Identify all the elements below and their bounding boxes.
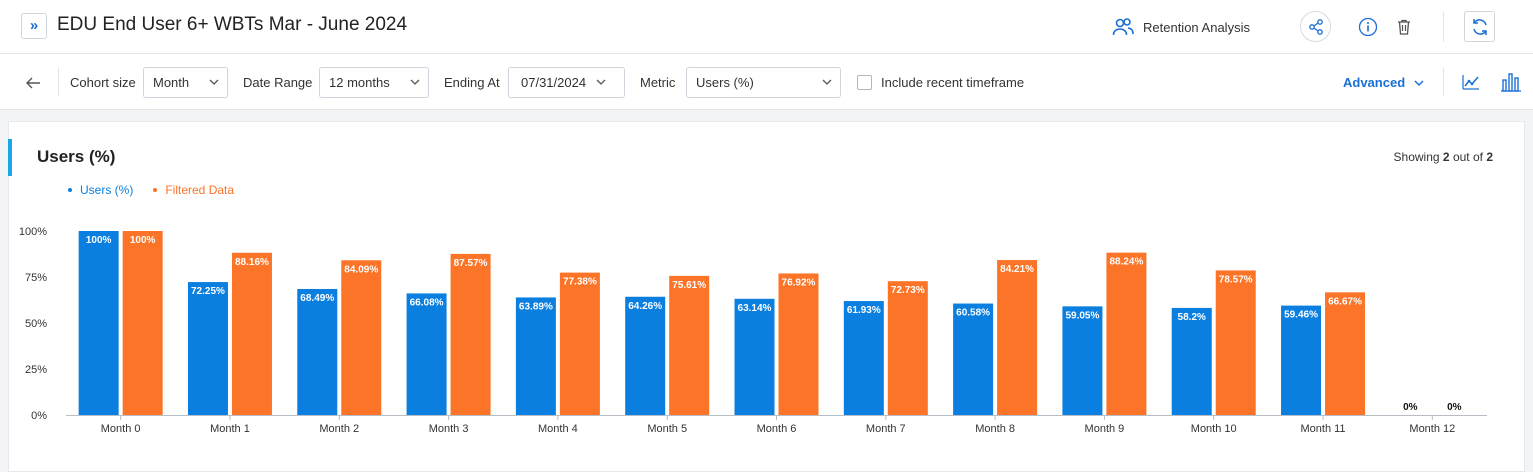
bar-filtered <box>887 281 928 415</box>
bar-value-label: 63.14% <box>738 303 772 314</box>
y-tick-label: 25% <box>25 364 47 376</box>
bar-value-label: 60.58% <box>956 308 990 319</box>
bar-users <box>187 282 228 415</box>
bar-filtered <box>559 272 600 415</box>
bar-filtered <box>1215 270 1256 415</box>
bar-value-label: 72.25% <box>191 286 225 297</box>
bar-filtered <box>997 260 1038 415</box>
bar-value-label: 64.26% <box>628 301 662 312</box>
x-tick-label: Month 8 <box>975 423 1015 435</box>
bar-users <box>1171 307 1212 415</box>
bar-value-label: 100% <box>86 235 112 246</box>
bar-value-label: 87.57% <box>454 258 488 269</box>
y-tick-label: 100% <box>19 226 47 238</box>
bar-users <box>78 231 119 415</box>
bar-value-label: 63.89% <box>519 301 553 312</box>
x-tick-label: Month 3 <box>429 423 469 435</box>
bar-users <box>734 298 775 415</box>
x-tick-label: Month 7 <box>866 423 906 435</box>
bar-value-label: 72.73% <box>891 285 925 296</box>
bar-filtered <box>1325 292 1366 415</box>
x-tick-label: Month 12 <box>1409 423 1455 435</box>
y-tick-label: 75% <box>25 272 47 284</box>
bar-users <box>1281 305 1322 415</box>
x-tick-label: Month 1 <box>210 423 250 435</box>
bar-value-label: 68.49% <box>300 293 334 304</box>
bar-value-label: 84.21% <box>1000 264 1034 275</box>
bar-users <box>953 303 994 415</box>
x-tick-label: Month 10 <box>1191 423 1237 435</box>
bar-value-label: 0% <box>1403 402 1418 413</box>
x-tick-label: Month 6 <box>757 423 797 435</box>
x-tick-label: Month 2 <box>319 423 359 435</box>
bar-value-label: 66.08% <box>410 297 444 308</box>
bar-value-label: 58.2% <box>1178 312 1206 323</box>
bar-value-label: 59.05% <box>1065 310 1099 321</box>
x-tick-label: Month 9 <box>1085 423 1125 435</box>
bar-users <box>515 297 556 415</box>
y-tick-label: 50% <box>25 318 47 330</box>
bar-filtered <box>669 275 710 415</box>
bar-filtered <box>122 231 163 415</box>
x-tick-label: Month 0 <box>101 423 141 435</box>
bar-users <box>625 296 666 415</box>
bar-value-label: 78.57% <box>1219 274 1253 285</box>
bar-users <box>843 301 884 415</box>
x-tick-label: Month 11 <box>1301 423 1346 435</box>
bar-value-label: 61.93% <box>847 305 881 316</box>
bar-filtered <box>231 252 272 415</box>
bar-chart: 0% 25% 50% 75% 100% Month 0 100% 100% Month 1 72.… <box>19 226 1487 435</box>
bar-users <box>297 288 338 415</box>
x-tick-label: Month 5 <box>647 423 687 435</box>
bar-value-label: 66.67% <box>1328 296 1362 307</box>
bar-value-label: 59.46% <box>1284 310 1318 321</box>
bar-value-label: 77.38% <box>563 277 597 288</box>
x-tick-label: Month 4 <box>538 423 578 435</box>
bar-filtered <box>1106 252 1147 415</box>
bar-value-label: 76.92% <box>782 277 816 288</box>
bar-value-label: 75.61% <box>672 280 706 291</box>
bar-filtered <box>778 273 819 415</box>
bar-filtered <box>450 253 491 415</box>
bar-users <box>1062 306 1103 415</box>
bar-filtered <box>341 260 382 415</box>
bar-value-label: 0% <box>1447 402 1462 413</box>
bar-value-label: 88.16% <box>235 257 269 268</box>
bar-users <box>406 293 447 415</box>
bar-value-label: 88.24% <box>1109 257 1143 268</box>
y-tick-label: 0% <box>31 410 47 422</box>
bar-value-label: 100% <box>130 235 156 246</box>
bar-value-label: 84.09% <box>344 264 378 275</box>
